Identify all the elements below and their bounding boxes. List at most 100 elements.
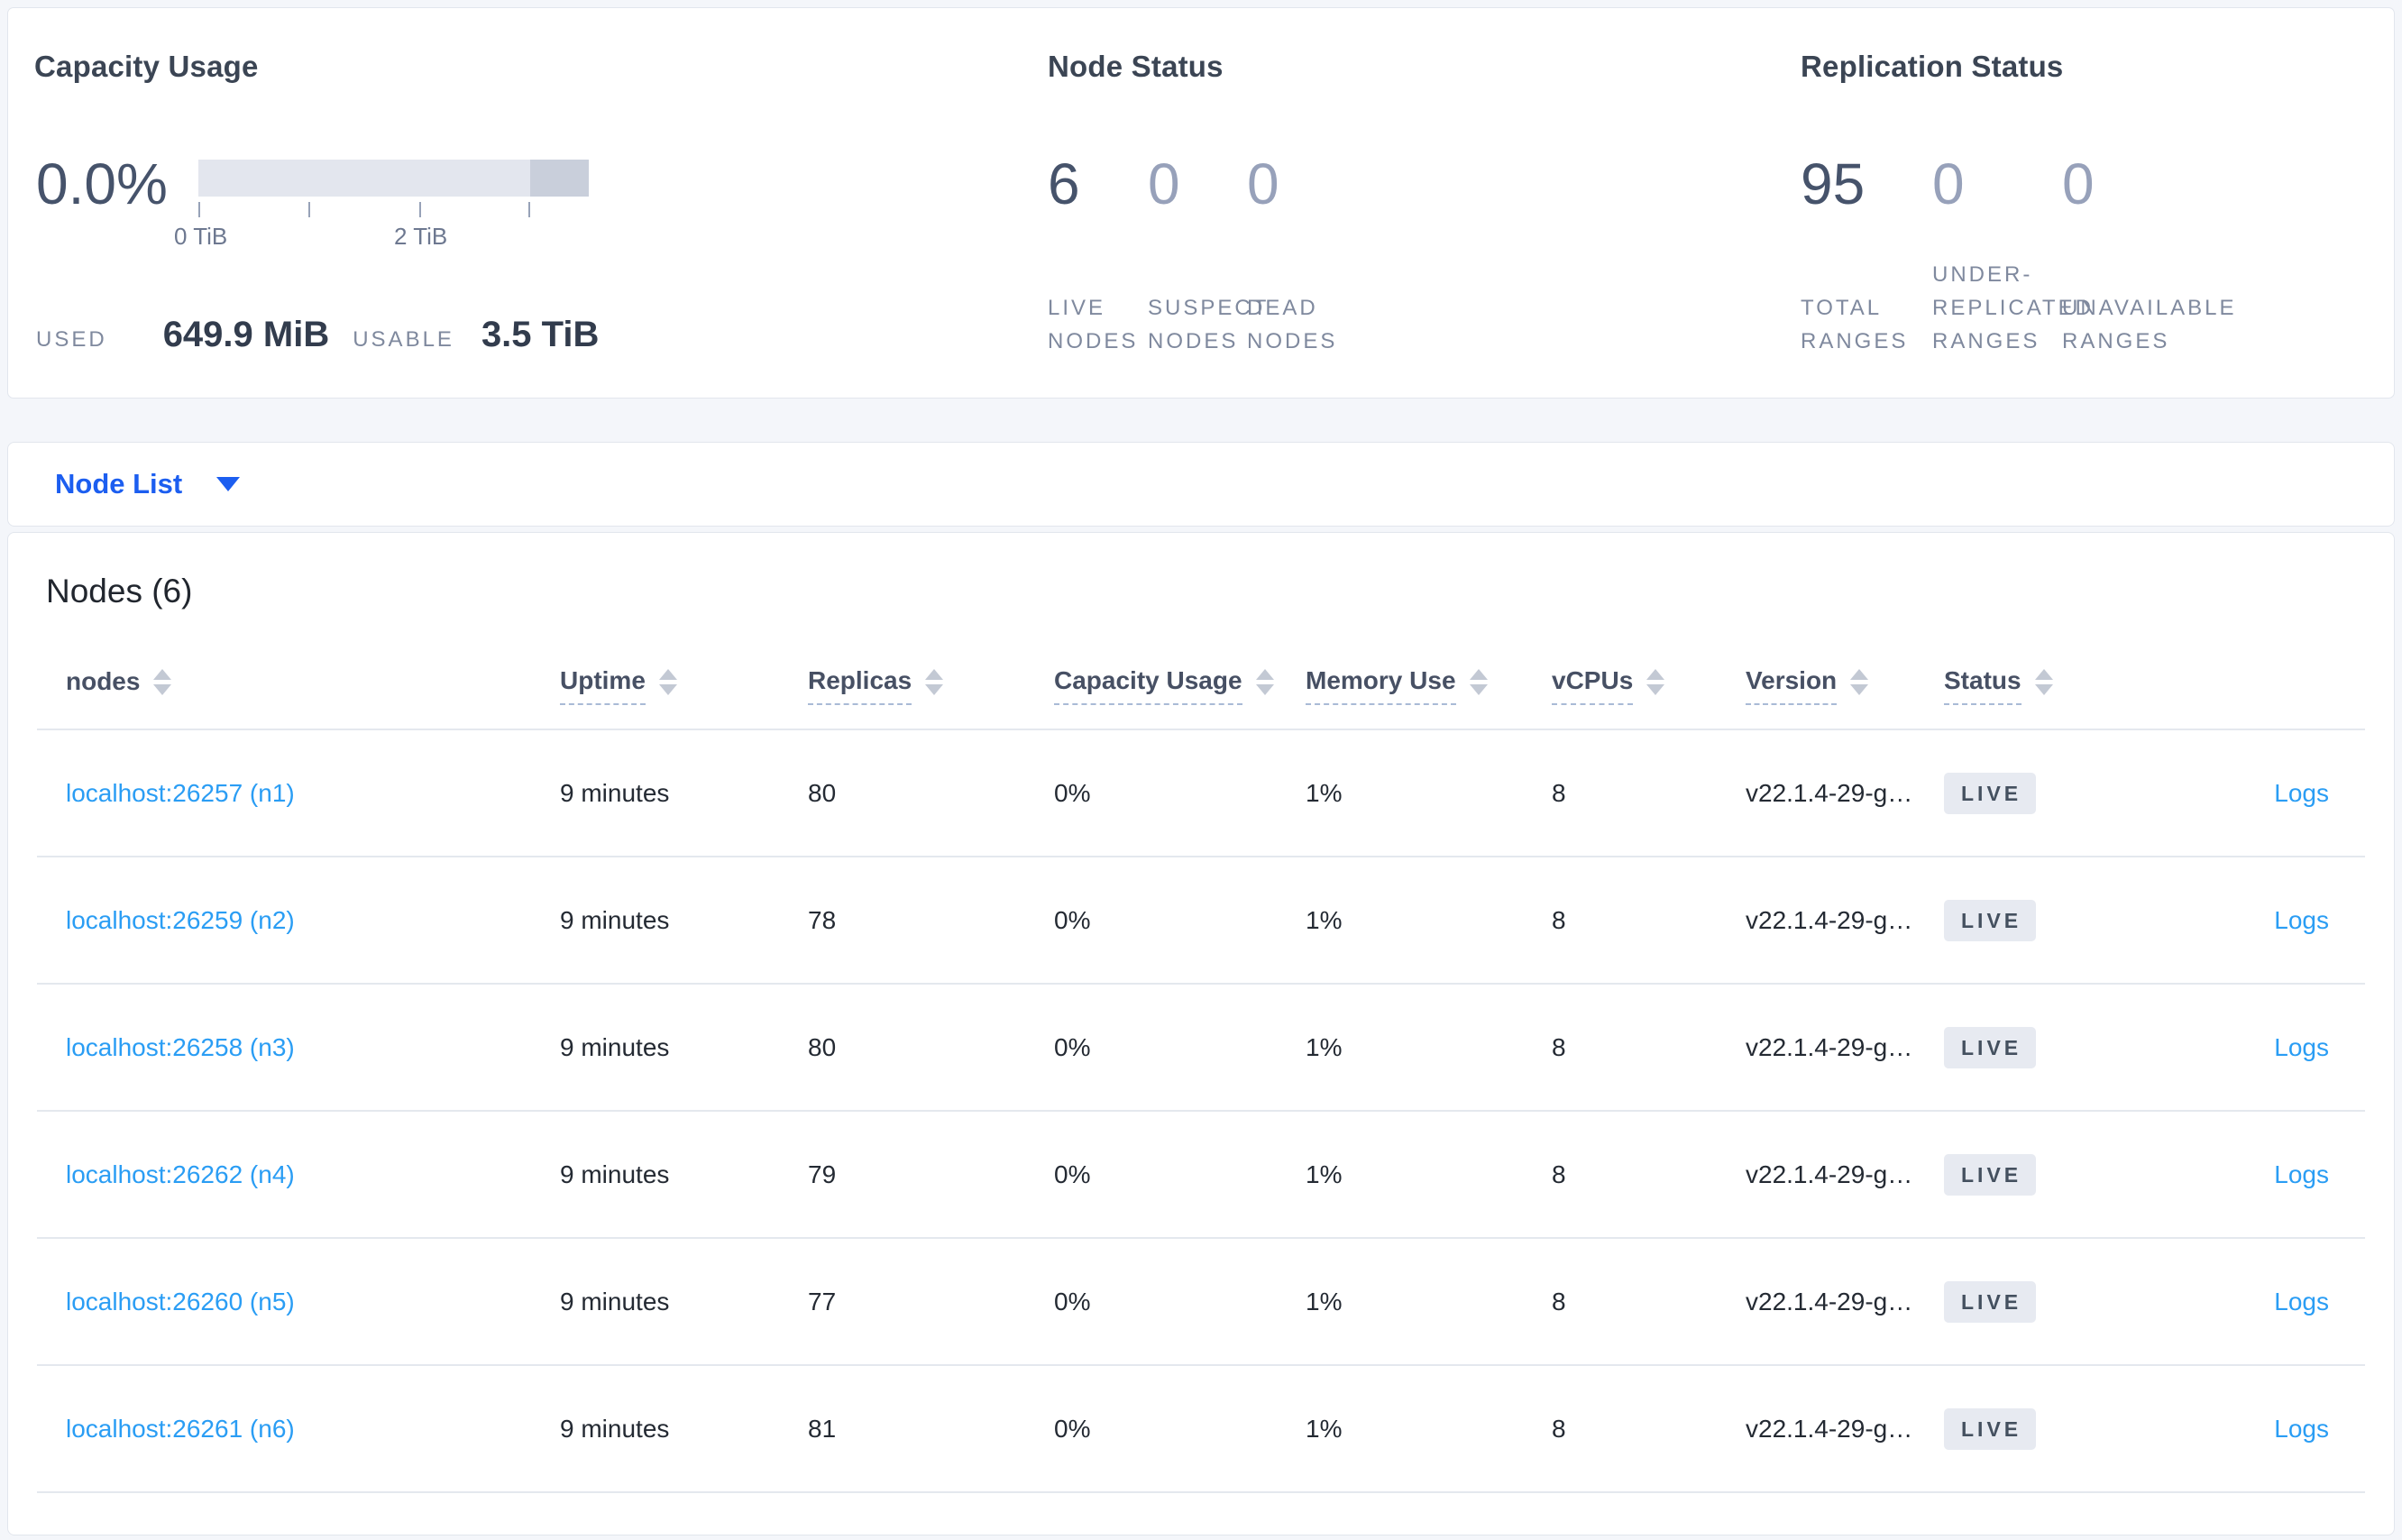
version-cell: v22.1.4-29-g… [1746, 1365, 1944, 1493]
column-header-label: Memory Use [1306, 666, 1456, 705]
version-cell: v22.1.4-29-g… [1746, 729, 1944, 857]
axis-tick-label: 2 TiB [394, 223, 448, 250]
logs-link[interactable]: Logs [2274, 779, 2329, 807]
sort-icon[interactable] [1850, 669, 1869, 695]
table-row: localhost:26260 (n5) 9 minutes 77 0% 1% … [37, 1238, 2365, 1366]
vcpus-cell: 8 [1552, 1111, 1746, 1239]
vcpus-cell: 8 [1552, 984, 1746, 1112]
stat-value: 95 [1801, 151, 1866, 216]
usable-label: USABLE [353, 327, 454, 352]
sort-icon[interactable] [2034, 669, 2053, 695]
column-header-label: Uptime [560, 666, 646, 705]
uptime-cell: 9 minutes [560, 1365, 808, 1493]
vcpus-cell: 8 [1552, 729, 1746, 857]
sort-icon[interactable] [658, 669, 677, 695]
capacity-usage-cell: 0% [1054, 1238, 1306, 1366]
replicas-cell: 77 [808, 1238, 1054, 1366]
version-cell: v22.1.4-29-g… [1746, 1238, 1944, 1366]
stat-value: 0 [1247, 151, 1279, 216]
sort-icon[interactable] [925, 669, 944, 695]
node-status-title: Node Status [1048, 50, 1224, 83]
logs-link[interactable]: Logs [2274, 1415, 2329, 1443]
replicas-cell: 79 [808, 1111, 1054, 1239]
column-header-nodes[interactable]: nodes [37, 643, 560, 730]
table-row: localhost:26261 (n6) 9 minutes 81 0% 1% … [37, 1365, 2365, 1493]
sort-icon[interactable] [153, 669, 172, 695]
replicas-cell: 78 [808, 857, 1054, 985]
axis-tick [419, 202, 421, 217]
vcpus-cell: 8 [1552, 1238, 1746, 1366]
stat-value: 0 [1932, 151, 1965, 216]
capacity-bar-dark-segment [530, 160, 589, 197]
table-row: localhost:26258 (n3) 9 minutes 80 0% 1% … [37, 984, 2365, 1112]
nodes-table: nodes Uptime Replicas Capacity Usage Mem… [37, 643, 2365, 1493]
replication-status-title: Replication Status [1801, 50, 2064, 83]
node-list-dropdown[interactable]: Node List [55, 443, 241, 526]
status-badge: LIVE [1944, 772, 2037, 814]
replicas-cell: 80 [808, 984, 1054, 1112]
sort-icon[interactable] [1469, 669, 1488, 695]
stat-label: TOTAL RANGES [1801, 296, 1909, 353]
chevron-down-icon [216, 477, 241, 491]
status-badge: LIVE [1944, 1153, 2037, 1196]
column-header-version[interactable]: Version [1746, 643, 1944, 730]
node-link[interactable]: localhost:26257 (n1) [66, 779, 295, 807]
column-header-capacity-usage[interactable]: Capacity Usage [1054, 643, 1306, 730]
capacity-usage-title: Capacity Usage [34, 50, 259, 83]
status-badge: LIVE [1944, 1280, 2037, 1323]
stat-value: 0 [1148, 151, 1180, 216]
axis-tick [198, 202, 200, 217]
uptime-cell: 9 minutes [560, 1238, 808, 1366]
vcpus-cell: 8 [1552, 857, 1746, 985]
used-label: USED [36, 327, 107, 352]
table-row: localhost:26257 (n1) 9 minutes 80 0% 1% … [37, 729, 2365, 857]
stat-value: 0 [2062, 151, 2095, 216]
cluster-overview-card: Capacity Usage 0.0% 0 TiB 2 TiB USED 649… [7, 7, 2395, 399]
memory-use-cell: 1% [1306, 729, 1552, 857]
node-link[interactable]: localhost:26260 (n5) [66, 1288, 295, 1315]
uptime-cell: 9 minutes [560, 857, 808, 985]
node-link[interactable]: localhost:26262 (n4) [66, 1160, 295, 1188]
nodes-table-card: Nodes (6) nodes Uptime Replicas Capacity… [7, 532, 2395, 1535]
node-link[interactable]: localhost:26258 (n3) [66, 1033, 295, 1061]
capacity-usage-cell: 0% [1054, 1111, 1306, 1239]
node-link[interactable]: localhost:26259 (n2) [66, 906, 295, 934]
logs-link[interactable]: Logs [2274, 906, 2329, 934]
axis-tick [308, 202, 310, 217]
logs-column-header [2153, 643, 2365, 730]
capacity-percent: 0.0% [36, 151, 168, 216]
nodes-table-title: Nodes (6) [46, 573, 193, 610]
column-header-memory-use[interactable]: Memory Use [1306, 643, 1552, 730]
sort-icon[interactable] [1255, 669, 1274, 695]
column-header-replicas[interactable]: Replicas [808, 643, 1054, 730]
column-header-uptime[interactable]: Uptime [560, 643, 808, 730]
axis-tick [528, 202, 530, 217]
replicas-cell: 80 [808, 729, 1054, 857]
logs-link[interactable]: Logs [2274, 1033, 2329, 1061]
column-header-label: Capacity Usage [1054, 666, 1242, 705]
capacity-usage-cell: 0% [1054, 1365, 1306, 1493]
capacity-usage-cell: 0% [1054, 857, 1306, 985]
version-cell: v22.1.4-29-g… [1746, 1111, 1944, 1239]
memory-use-cell: 1% [1306, 857, 1552, 985]
logs-link[interactable]: Logs [2274, 1160, 2329, 1188]
vcpus-cell: 8 [1552, 1365, 1746, 1493]
column-header-label: Status [1944, 666, 2022, 705]
column-header-vcpus[interactable]: vCPUs [1552, 643, 1746, 730]
usable-value: 3.5 TiB [481, 315, 600, 354]
column-header-label: Version [1746, 666, 1838, 705]
uptime-cell: 9 minutes [560, 1111, 808, 1239]
stat-label: UNAVAILABLE RANGES [2062, 296, 2237, 353]
capacity-usage-cell: 0% [1054, 729, 1306, 857]
capacity-usage-bar [198, 160, 589, 197]
sort-icon[interactable] [1646, 669, 1665, 695]
stat-value: 6 [1048, 151, 1080, 216]
version-cell: v22.1.4-29-g… [1746, 857, 1944, 985]
view-selector-bar: Node List [7, 442, 2395, 527]
logs-link[interactable]: Logs [2274, 1288, 2329, 1315]
uptime-cell: 9 minutes [560, 984, 808, 1112]
used-value: 649.9 MiB [162, 315, 330, 354]
column-header-status[interactable]: Status [1944, 643, 2153, 730]
axis-tick-label: 0 TiB [174, 223, 228, 250]
node-link[interactable]: localhost:26261 (n6) [66, 1415, 295, 1443]
